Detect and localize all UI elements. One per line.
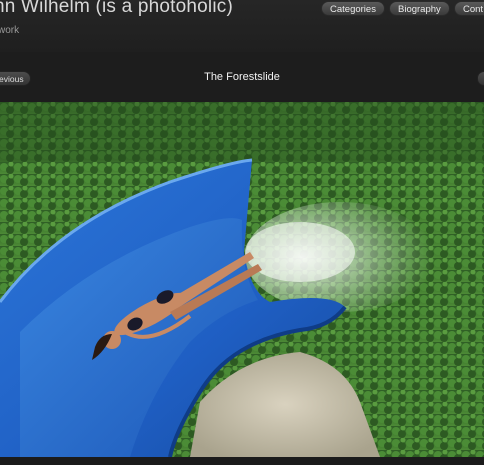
top-nav: Categories Biography Cont [0,1,484,17]
forest-slide-image [0,102,484,457]
nav-contact-button[interactable]: Cont [454,1,484,16]
slide-title: The Forestslide [204,71,280,83]
bottom-bar [0,457,484,465]
site-subtitle: work [0,25,20,36]
site-header: nn Wilhelm (is a photoholic) work Catego… [0,0,484,53]
nav-biography-button[interactable]: Biography [389,1,450,16]
next-button[interactable] [477,71,484,86]
nav-categories-button[interactable]: Categories [321,1,385,16]
slide-photo[interactable] [0,102,484,457]
